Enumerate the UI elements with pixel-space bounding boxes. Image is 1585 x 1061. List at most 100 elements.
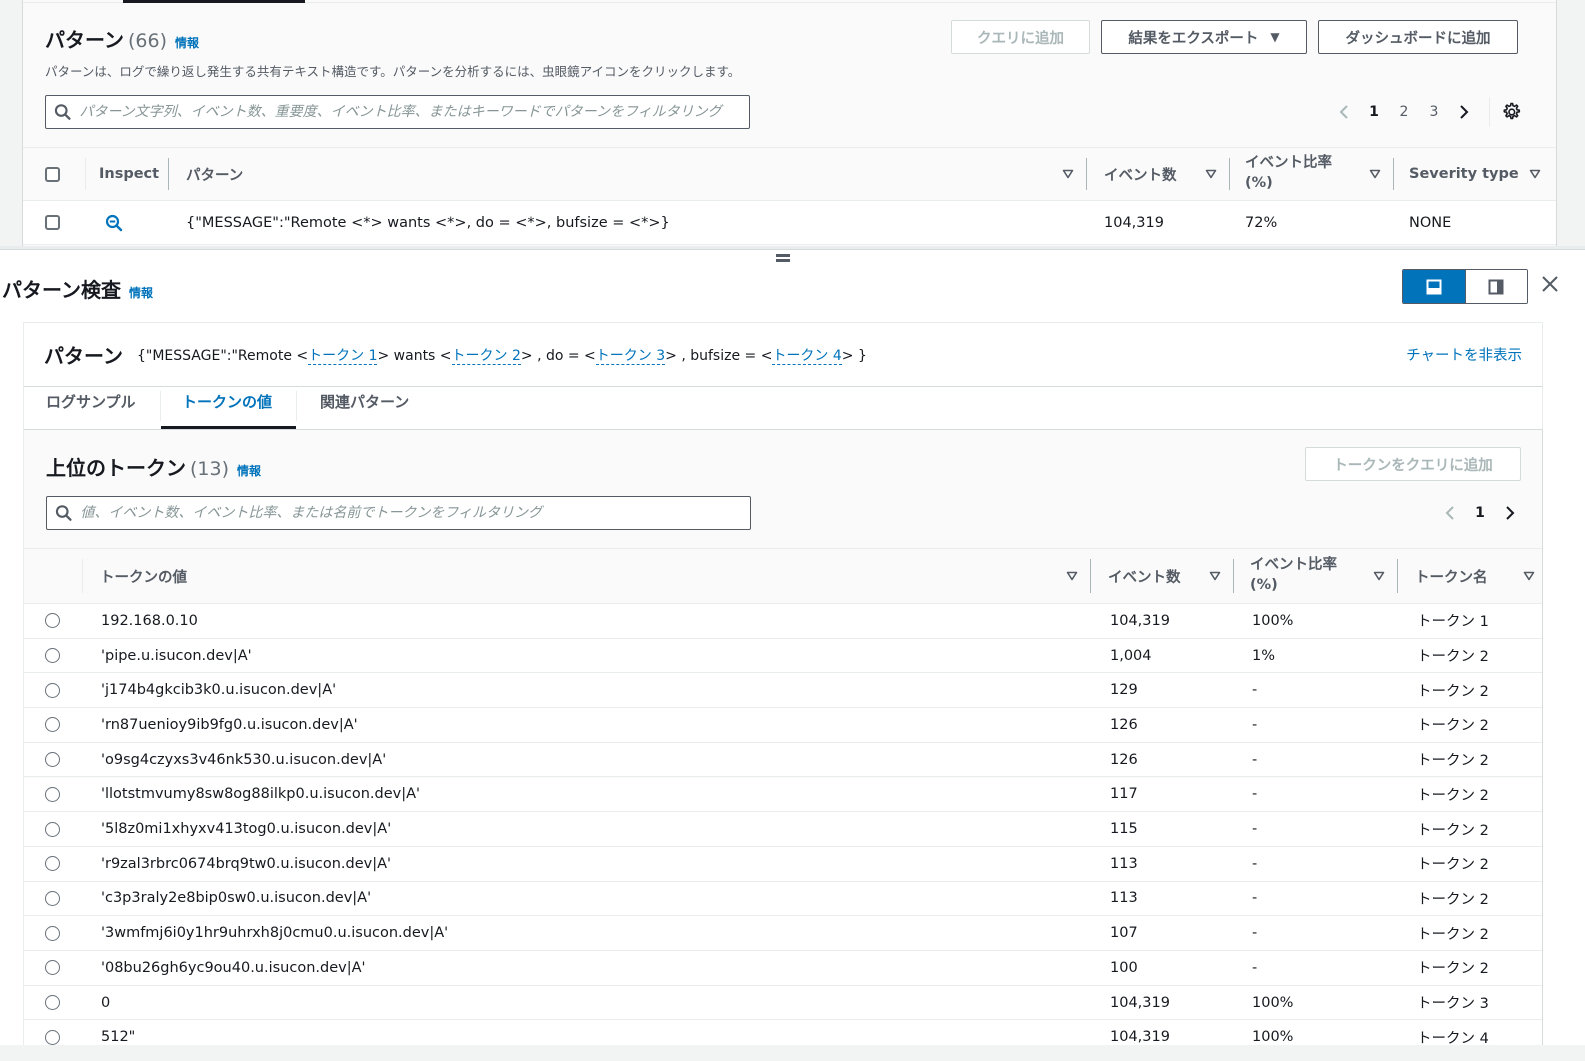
row-checkbox[interactable] — [45, 215, 60, 230]
row-radio[interactable] — [45, 717, 60, 733]
pattern-inspect-info-link[interactable]: 情報 — [129, 286, 153, 300]
next-page-button[interactable] — [1495, 503, 1525, 523]
pattern-inspect-title: パターン検査 — [2, 278, 121, 302]
event-ratio-cell: - — [1252, 716, 1258, 733]
col-severity[interactable]: Severity type — [1393, 148, 1541, 200]
patterns-info-link[interactable]: 情報 — [175, 36, 199, 50]
col-pattern-label: パターン — [186, 167, 244, 184]
table-row[interactable]: 'r9zal3rbrc0674brq9tw0.u.isucon.dev|A' 11… — [24, 846, 1542, 882]
row-radio[interactable] — [45, 752, 60, 768]
table-row[interactable]: 'rn87uenioy9ib9fg0.u.isucon.dev|A' 126 - トー… — [24, 708, 1542, 743]
tab-log-samples[interactable]: ログサンプル — [46, 387, 136, 429]
token-value-cell: 'pipe.u.isucon.dev|A' — [101, 647, 252, 664]
table-row[interactable]: '3wmfmj6i0y1hr9uhrxh8j0cmu0.u.isucon.dev… — [24, 916, 1542, 951]
event-count-cell: 104,319 — [1110, 612, 1170, 629]
row-radio[interactable] — [45, 821, 60, 837]
pattern-search-input[interactable] — [79, 104, 749, 120]
page-1-button[interactable]: 1 — [1465, 505, 1495, 521]
token-name-cell: トークン 3 — [1417, 996, 1489, 1013]
patterns-pane: パターン (66) 情報 パターンは、ログで繰り返し発生する共有テキスト構造です。パ… — [0, 0, 1585, 248]
add-token-to-query-button[interactable]: トークンをクエリに追加 — [1305, 447, 1521, 481]
search-icon — [54, 104, 71, 120]
sort-icon — [1373, 571, 1385, 581]
table-row[interactable]: '08bu26gh6yc9ou40.u.isucon.dev|A' 100 - トーク… — [24, 951, 1542, 986]
row-radio[interactable] — [45, 925, 60, 941]
patterns-description: パターンは、ログで繰り返し発生する共有テキスト構造です。パターンを分析するには、… — [45, 64, 741, 79]
next-page-button[interactable] — [1449, 102, 1479, 122]
select-all-checkbox[interactable] — [45, 166, 60, 182]
row-radio[interactable] — [45, 682, 60, 698]
col-event-count-label: イベント数 — [1104, 167, 1177, 184]
event-ratio-cell: - — [1252, 786, 1258, 803]
bottom-panel-view-button[interactable] — [1403, 270, 1465, 303]
top-tokens-info-link[interactable]: 情報 — [237, 464, 261, 478]
table-row[interactable]: 0 104,319 100% トークン 3 — [24, 985, 1542, 1021]
export-results-button[interactable]: 結果をエクスポート ▼ — [1101, 20, 1307, 54]
row-radio[interactable] — [45, 995, 60, 1011]
sort-icon — [1205, 169, 1217, 179]
row-radio[interactable] — [45, 890, 60, 906]
sort-icon — [1529, 169, 1541, 179]
token-value-cell: 'llotstmvumy8sw8og88ilkp0.u.isucon.dev|A… — [101, 786, 421, 803]
token-2-link[interactable]: トークン 2 — [451, 348, 521, 365]
token-name-cell: トークン 2 — [1417, 718, 1489, 735]
col-token-name[interactable]: トークン名 — [1397, 549, 1535, 603]
close-icon[interactable] — [1540, 274, 1560, 294]
row-radio-cell — [45, 743, 60, 777]
preferences-button[interactable] — [1500, 101, 1522, 123]
tab-token-values[interactable]: トークンの値 — [182, 387, 272, 429]
drag-handle-icon[interactable] — [776, 254, 790, 262]
row-radio[interactable] — [45, 1029, 60, 1045]
inspect-button[interactable] — [105, 201, 123, 244]
token-3-link[interactable]: トークン 3 — [595, 348, 666, 365]
table-row[interactable]: 'c3p3raly2e8bip0sw0.u.isucon.dev|A' 113 - ト… — [24, 881, 1542, 917]
event-ratio-cell: 72% — [1245, 214, 1278, 231]
hide-chart-link[interactable]: チャートを非表示 — [1406, 344, 1522, 365]
col-pattern[interactable]: パターン — [168, 148, 1086, 200]
row-radio[interactable] — [45, 786, 60, 802]
table-row[interactable]: 'pipe.u.isucon.dev|A' 1,004 1% トークン 2 — [24, 638, 1542, 674]
row-radio[interactable] — [45, 613, 60, 629]
add-to-dashboard-label: ダッシュボードに追加 — [1345, 30, 1491, 47]
col-event-count[interactable]: イベント数 — [1090, 549, 1233, 603]
col-event-ratio[interactable]: イベント比率 (%) — [1229, 148, 1393, 200]
add-to-query-button[interactable]: クエリに追加 — [951, 20, 1090, 54]
row-radio[interactable] — [45, 960, 60, 976]
table-row[interactable]: 192.168.0.10 104,319 100% トークン 1 — [24, 604, 1542, 639]
table-row[interactable]: 'llotstmvumy8sw8og88ilkp0.u.isucon.dev|A… — [24, 777, 1542, 813]
prev-page-button[interactable] — [1435, 503, 1465, 523]
row-radio-cell — [45, 847, 60, 881]
pattern-inspect-heading: パターン検査 情報 — [2, 274, 153, 303]
search-icon — [55, 505, 72, 521]
table-row[interactable]: {"MESSAGE":"Remote <*> wants <*>, do = <… — [23, 201, 1556, 245]
token-name-cell: トークン 2 — [1417, 753, 1489, 770]
event-count-cell: 104,319 — [1104, 214, 1164, 231]
token-value-cell: 'c3p3raly2e8bip0sw0.u.isucon.dev|A' — [101, 890, 372, 907]
event-count-cell: 113 — [1110, 890, 1138, 907]
event-count-cell: 129 — [1110, 682, 1138, 699]
page-1-button[interactable]: 1 — [1359, 104, 1389, 120]
col-event-count[interactable]: イベント数 — [1086, 148, 1229, 200]
token-search-input[interactable] — [80, 505, 750, 521]
page-2-button[interactable]: 2 — [1389, 104, 1419, 120]
event-count-cell: 104,319 — [1110, 994, 1170, 1011]
token-4-link[interactable]: トークン 4 — [772, 348, 842, 365]
token-value-cell: 0 — [101, 994, 111, 1011]
event-ratio-cell: 1% — [1252, 647, 1276, 664]
table-row[interactable]: '5l8z0mi1xhyxv413tog0.u.isucon.dev|A' 115… — [24, 812, 1542, 847]
table-row[interactable]: 'o9sg4czyxs3v46nk530.u.isucon.dev|A' 126 -… — [24, 742, 1542, 778]
col-event-ratio[interactable]: イベント比率 (%) — [1233, 549, 1397, 603]
page-3-button[interactable]: 3 — [1419, 104, 1449, 120]
tab-related-patterns[interactable]: 関連パターン — [320, 387, 409, 429]
table-row[interactable]: 'j174b4gkcib3k0.u.isucon.dev|A' 129 - トークン … — [24, 673, 1542, 709]
row-radio[interactable] — [45, 648, 60, 664]
prev-page-button[interactable] — [1329, 102, 1359, 122]
col-token-value[interactable]: トークンの値 — [82, 549, 1090, 603]
token-1-link[interactable]: トークン 1 — [308, 348, 378, 365]
token-value-cell: 'r9zal3rbrc0674brq9tw0.u.isucon.dev|A' — [101, 855, 392, 872]
row-radio[interactable] — [45, 856, 60, 872]
panel-splitter[interactable] — [0, 246, 1585, 250]
side-panel-view-button[interactable] — [1464, 270, 1527, 303]
add-to-dashboard-button[interactable]: ダッシュボードに追加 — [1318, 20, 1518, 54]
event-ratio-cell: - — [1252, 682, 1258, 699]
